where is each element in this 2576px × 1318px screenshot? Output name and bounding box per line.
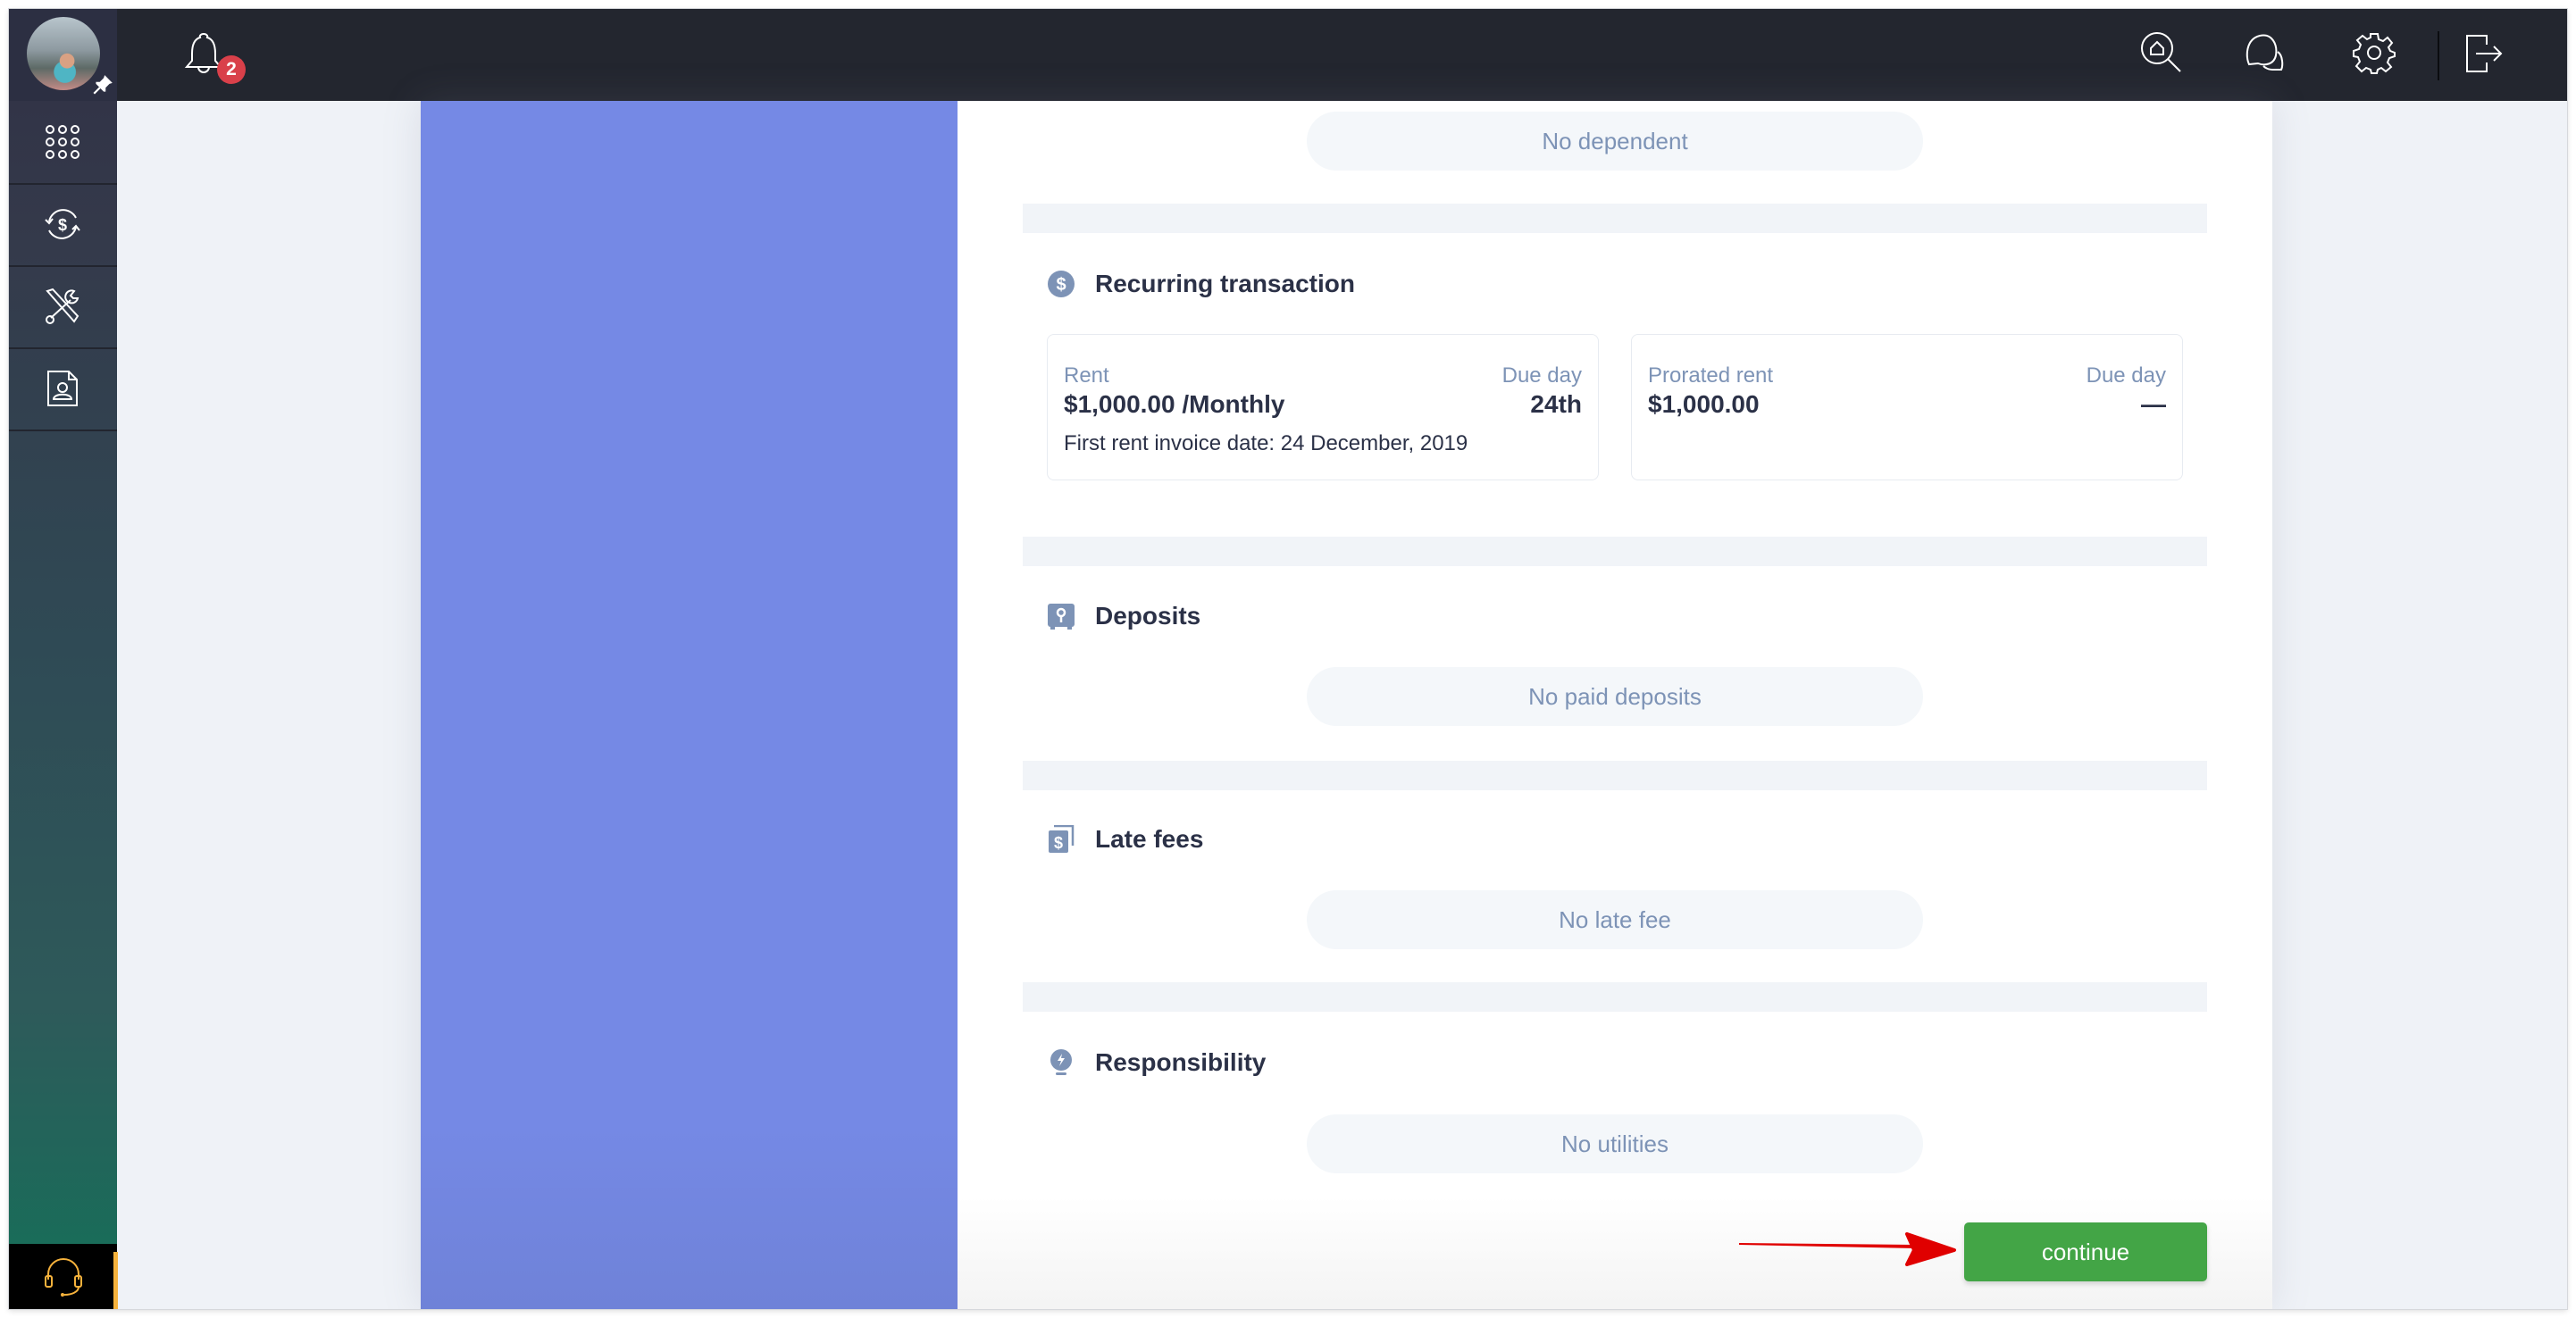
section-divider xyxy=(1023,204,2207,233)
dollar-coin-icon: $ xyxy=(1048,271,1075,297)
contact-document-icon xyxy=(47,371,78,406)
apps-grid-icon xyxy=(46,125,79,159)
lightbulb-icon xyxy=(1050,1049,1072,1075)
recurring-transaction-heading: $ Recurring transaction xyxy=(1047,266,1355,302)
rent-due-value: 24th xyxy=(1530,390,1582,418)
gear-icon[interactable] xyxy=(2350,29,2398,77)
sidebar-item-contacts[interactable] xyxy=(9,347,117,431)
prorated-due-value: — xyxy=(2141,390,2166,418)
tools-icon xyxy=(46,288,79,324)
svg-text:$: $ xyxy=(1056,275,1066,295)
section-title: Deposits xyxy=(1095,602,1201,630)
sidebar-item-tools[interactable] xyxy=(9,265,117,349)
no-deposits-placeholder: No paid deposits xyxy=(1307,667,1923,726)
rent-due-label: Due day xyxy=(1501,363,1582,388)
section-title: Recurring transaction xyxy=(1095,270,1355,297)
continue-button[interactable]: continue xyxy=(1964,1222,2207,1281)
svg-text:$: $ xyxy=(58,216,67,234)
prorated-due-label: Due day xyxy=(2086,363,2166,388)
no-utilities-placeholder: No utilities xyxy=(1307,1114,1923,1173)
section-divider xyxy=(1023,761,2207,790)
rent-amount: $1,000.00 /Monthly xyxy=(1064,390,1285,418)
first-invoice-date: First rent invoice date: 24 December, 20… xyxy=(1064,431,1468,455)
deposits-heading: Deposits xyxy=(1047,598,1200,634)
sidebar-item-transactions[interactable]: $ xyxy=(9,183,117,267)
app-window: 2 $ No dependent $ Recurring transaction… xyxy=(9,9,2567,1309)
notification-badge: 2 xyxy=(217,55,246,84)
safe-icon xyxy=(1048,604,1075,630)
no-late-fee-placeholder: No late fee xyxy=(1307,890,1923,949)
sidebar-item-apps[interactable] xyxy=(9,101,117,185)
section-title: Responsibility xyxy=(1095,1048,1267,1076)
avatar-cell xyxy=(9,9,117,101)
prorated-amount: $1,000.00 xyxy=(1648,390,1760,418)
chat-icon[interactable] xyxy=(2242,29,2290,77)
headset-icon xyxy=(45,1258,82,1297)
recurring-payment-icon: $ xyxy=(45,209,80,239)
rent-label: Rent xyxy=(1064,363,1109,388)
svg-text:$: $ xyxy=(1054,834,1063,852)
topbar-divider xyxy=(2438,31,2439,80)
section-divider xyxy=(1023,982,2207,1012)
logout-icon[interactable] xyxy=(2460,29,2508,77)
support-accent-bar xyxy=(113,1252,118,1309)
prorated-label: Prorated rent xyxy=(1648,363,1774,388)
responsibility-heading: Responsibility xyxy=(1047,1045,1266,1080)
top-bar: 2 xyxy=(9,9,2567,101)
section-divider xyxy=(1023,537,2207,566)
pin-icon[interactable] xyxy=(91,73,114,96)
rent-card: Rent Due day $1,000.00 /Monthly 24th Fir… xyxy=(1047,334,1599,480)
support-button[interactable] xyxy=(9,1244,118,1309)
annotation-arrow-icon xyxy=(1739,1232,1956,1266)
section-title: Late fees xyxy=(1095,825,1204,853)
sidebar: $ xyxy=(9,101,118,1309)
side-panel xyxy=(421,101,958,1309)
home-search-icon[interactable] xyxy=(2137,29,2186,77)
no-dependent-placeholder: No dependent xyxy=(1307,112,1923,171)
late-fee-icon: $ xyxy=(1049,825,1075,853)
late-fees-heading: $ Late fees xyxy=(1047,822,1203,857)
prorated-rent-card: Prorated rent Due day $1,000.00 — xyxy=(1631,334,2183,480)
avatar[interactable] xyxy=(27,17,100,90)
